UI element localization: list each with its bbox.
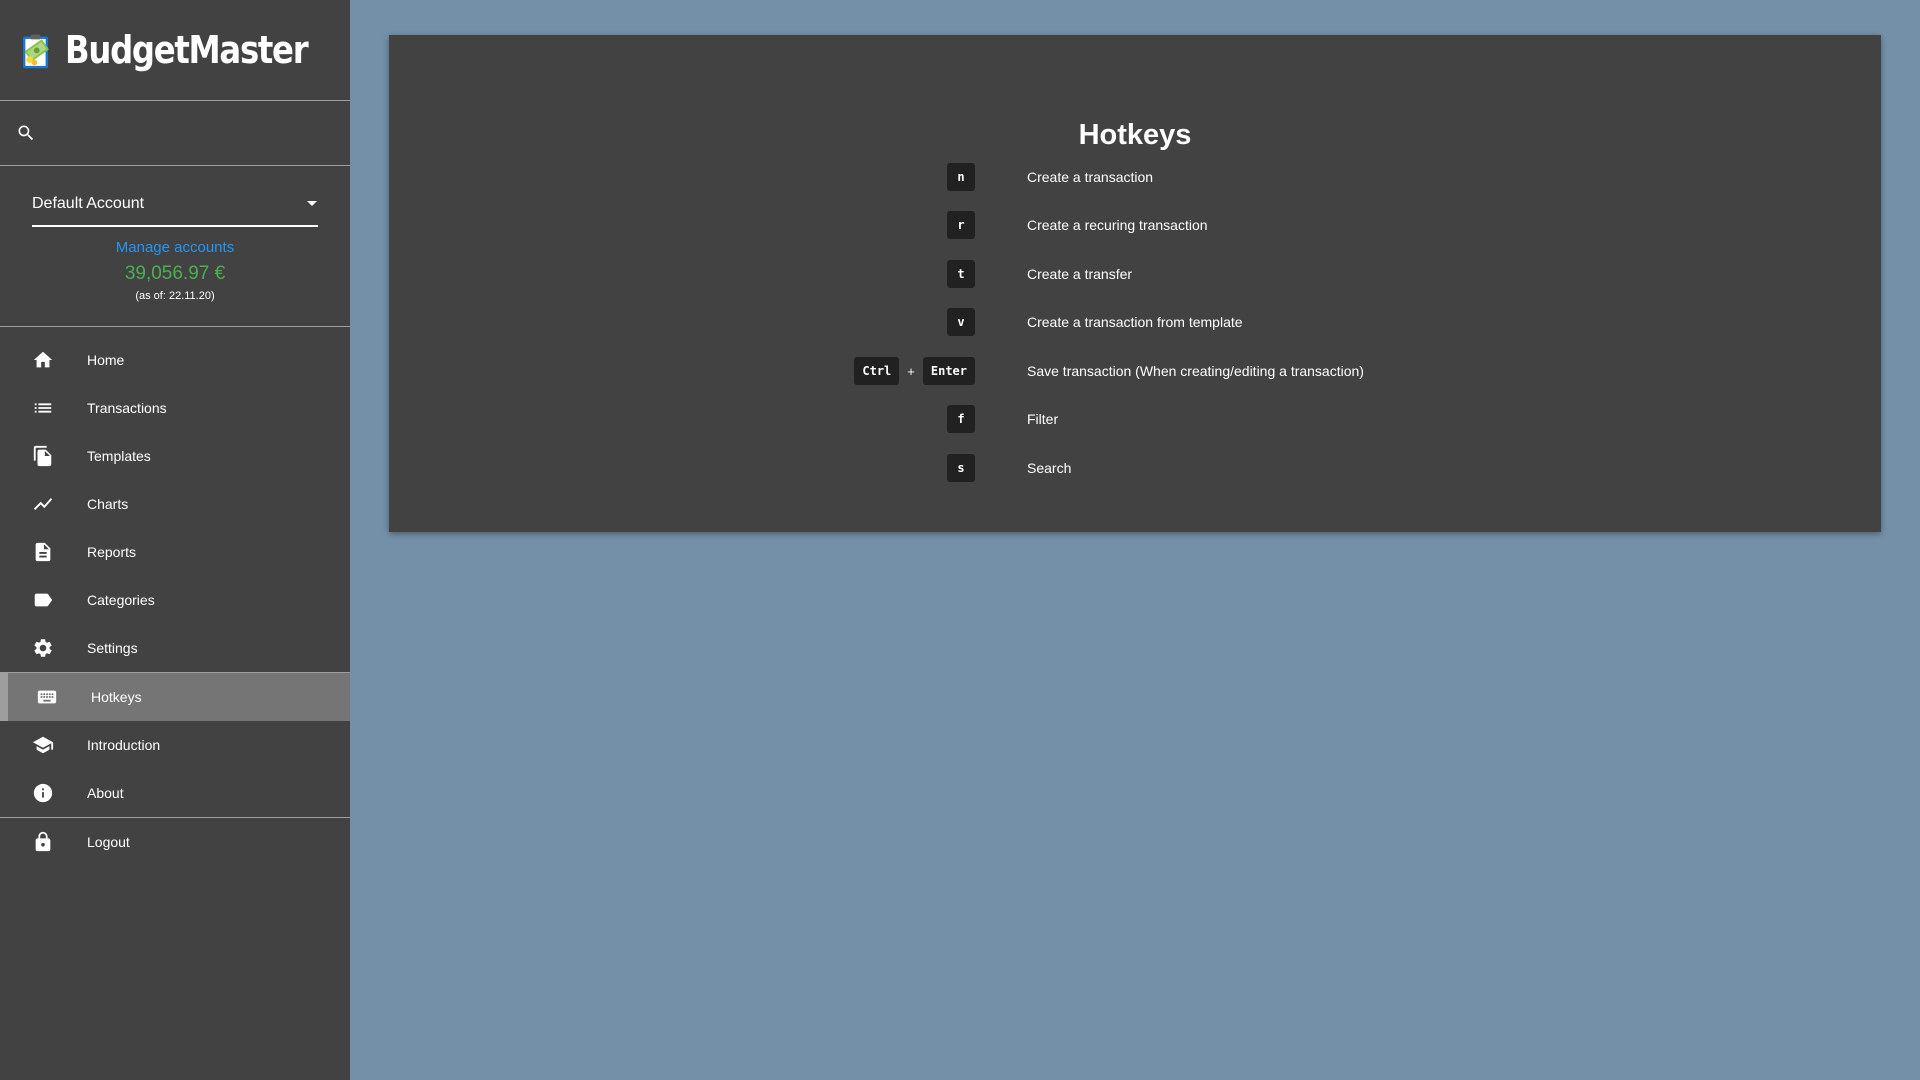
keyboard-icon bbox=[35, 685, 59, 709]
hotkey-row: v Create a transaction from template bbox=[389, 307, 1881, 337]
hotkey-row: t Create a transfer bbox=[389, 259, 1881, 289]
sidebar-item-label: Reports bbox=[87, 544, 137, 560]
hotkey-row: r Create a recuring transaction bbox=[389, 210, 1881, 240]
sidebar-item-transactions[interactable]: Transactions bbox=[0, 384, 350, 432]
app-root: BudgetMaster Default Account Manage acco… bbox=[0, 0, 1920, 1080]
sidebar-item-home[interactable]: Home bbox=[0, 336, 350, 384]
hotkey-keys: Ctrl + Enter bbox=[854, 356, 975, 386]
hotkey-keys: t bbox=[947, 259, 975, 289]
sidebar-item-label: Introduction bbox=[87, 737, 161, 753]
balance-date: (as of: 22.11.20) bbox=[135, 290, 215, 302]
hotkey-description: Save transaction (When creating/editing … bbox=[1027, 363, 1364, 379]
hotkey-keys: s bbox=[947, 453, 975, 483]
sidebar-item-label: Hotkeys bbox=[91, 689, 142, 705]
gear-icon bbox=[31, 636, 55, 660]
hotkey-description: Create a recuring transaction bbox=[1027, 217, 1208, 233]
hotkey-row: s Search bbox=[389, 453, 1881, 483]
key-cap: f bbox=[947, 405, 975, 433]
key-cap: Enter bbox=[922, 357, 975, 385]
key-cap: t bbox=[947, 260, 975, 288]
search-bar bbox=[0, 101, 350, 166]
hotkey-row: n Create a transaction bbox=[389, 162, 1881, 192]
dropdown-arrow-icon bbox=[307, 201, 317, 206]
sidebar-item-settings[interactable]: Settings bbox=[0, 624, 350, 672]
hotkey-description: Search bbox=[1027, 460, 1072, 476]
app-logo-icon bbox=[22, 34, 49, 69]
lock-icon bbox=[31, 830, 55, 854]
app-name: BudgetMaster bbox=[64, 28, 309, 72]
list-icon bbox=[31, 396, 55, 420]
key-cap: n bbox=[947, 163, 975, 191]
sidebar-item-label: Charts bbox=[87, 496, 129, 512]
search-icon[interactable] bbox=[16, 123, 36, 143]
sidebar-item-label: Templates bbox=[87, 448, 151, 464]
key-combo-plus: + bbox=[907, 363, 915, 379]
sidebar-item-label: Logout bbox=[87, 834, 130, 850]
page-title: Hotkeys bbox=[1078, 119, 1192, 151]
sidebar-item-categories[interactable]: Categories bbox=[0, 576, 350, 624]
hotkey-description: Create a transaction from template bbox=[1027, 314, 1243, 330]
hotkey-row: Ctrl + Enter Save transaction (When crea… bbox=[389, 356, 1881, 386]
key-cap: v bbox=[947, 308, 975, 336]
home-icon bbox=[31, 348, 55, 372]
account-block: Default Account Manage accounts 39,056.9… bbox=[0, 183, 350, 327]
key-cap: r bbox=[947, 211, 975, 239]
hotkey-description: Filter bbox=[1027, 411, 1059, 427]
info-icon bbox=[31, 781, 55, 805]
sidebar-item-label: Categories bbox=[87, 592, 155, 608]
sidebar-nav: Home Transactions Templates Charts Repor… bbox=[0, 327, 350, 866]
sidebar-item-label: About bbox=[87, 785, 124, 801]
sidebar-item-charts[interactable]: Charts bbox=[0, 480, 350, 528]
sidebar-item-logout[interactable]: Logout bbox=[0, 818, 350, 866]
account-select-value: Default Account bbox=[32, 195, 145, 212]
hotkey-description: Create a transaction bbox=[1027, 169, 1154, 185]
hotkey-keys: f bbox=[947, 404, 975, 434]
sidebar-item-label: Home bbox=[87, 352, 125, 368]
hotkeys-card: Hotkeys n Create a transaction r Create … bbox=[389, 35, 1881, 532]
hotkey-keys: r bbox=[947, 210, 975, 240]
hotkey-row: f Filter bbox=[389, 404, 1881, 434]
label-icon bbox=[31, 588, 55, 612]
sidebar-item-label: Settings bbox=[87, 640, 138, 656]
manage-accounts-link[interactable]: Manage accounts bbox=[0, 239, 350, 256]
hotkey-keys: v bbox=[947, 307, 975, 337]
sidebar: BudgetMaster Default Account Manage acco… bbox=[0, 0, 350, 1080]
sidebar-item-reports[interactable]: Reports bbox=[0, 528, 350, 576]
hotkey-description: Create a transfer bbox=[1027, 266, 1133, 282]
sidebar-item-label: Transactions bbox=[87, 400, 167, 416]
line-chart-icon bbox=[31, 492, 55, 516]
hotkey-keys: n bbox=[947, 162, 975, 192]
key-cap: Ctrl bbox=[854, 357, 900, 385]
sidebar-item-hotkeys[interactable]: Hotkeys bbox=[0, 673, 350, 721]
account-select[interactable]: Default Account bbox=[32, 183, 318, 227]
key-cap: s bbox=[947, 454, 975, 482]
file-copy-icon bbox=[31, 444, 55, 468]
school-icon bbox=[31, 733, 55, 757]
sidebar-item-templates[interactable]: Templates bbox=[0, 432, 350, 480]
sidebar-item-about[interactable]: About bbox=[0, 769, 350, 817]
account-balance: 39,056.97 € bbox=[124, 263, 226, 284]
search-input[interactable] bbox=[46, 113, 350, 153]
logo-area[interactable]: BudgetMaster bbox=[0, 0, 350, 101]
description-icon bbox=[31, 540, 55, 564]
sidebar-item-introduction[interactable]: Introduction bbox=[0, 721, 350, 769]
